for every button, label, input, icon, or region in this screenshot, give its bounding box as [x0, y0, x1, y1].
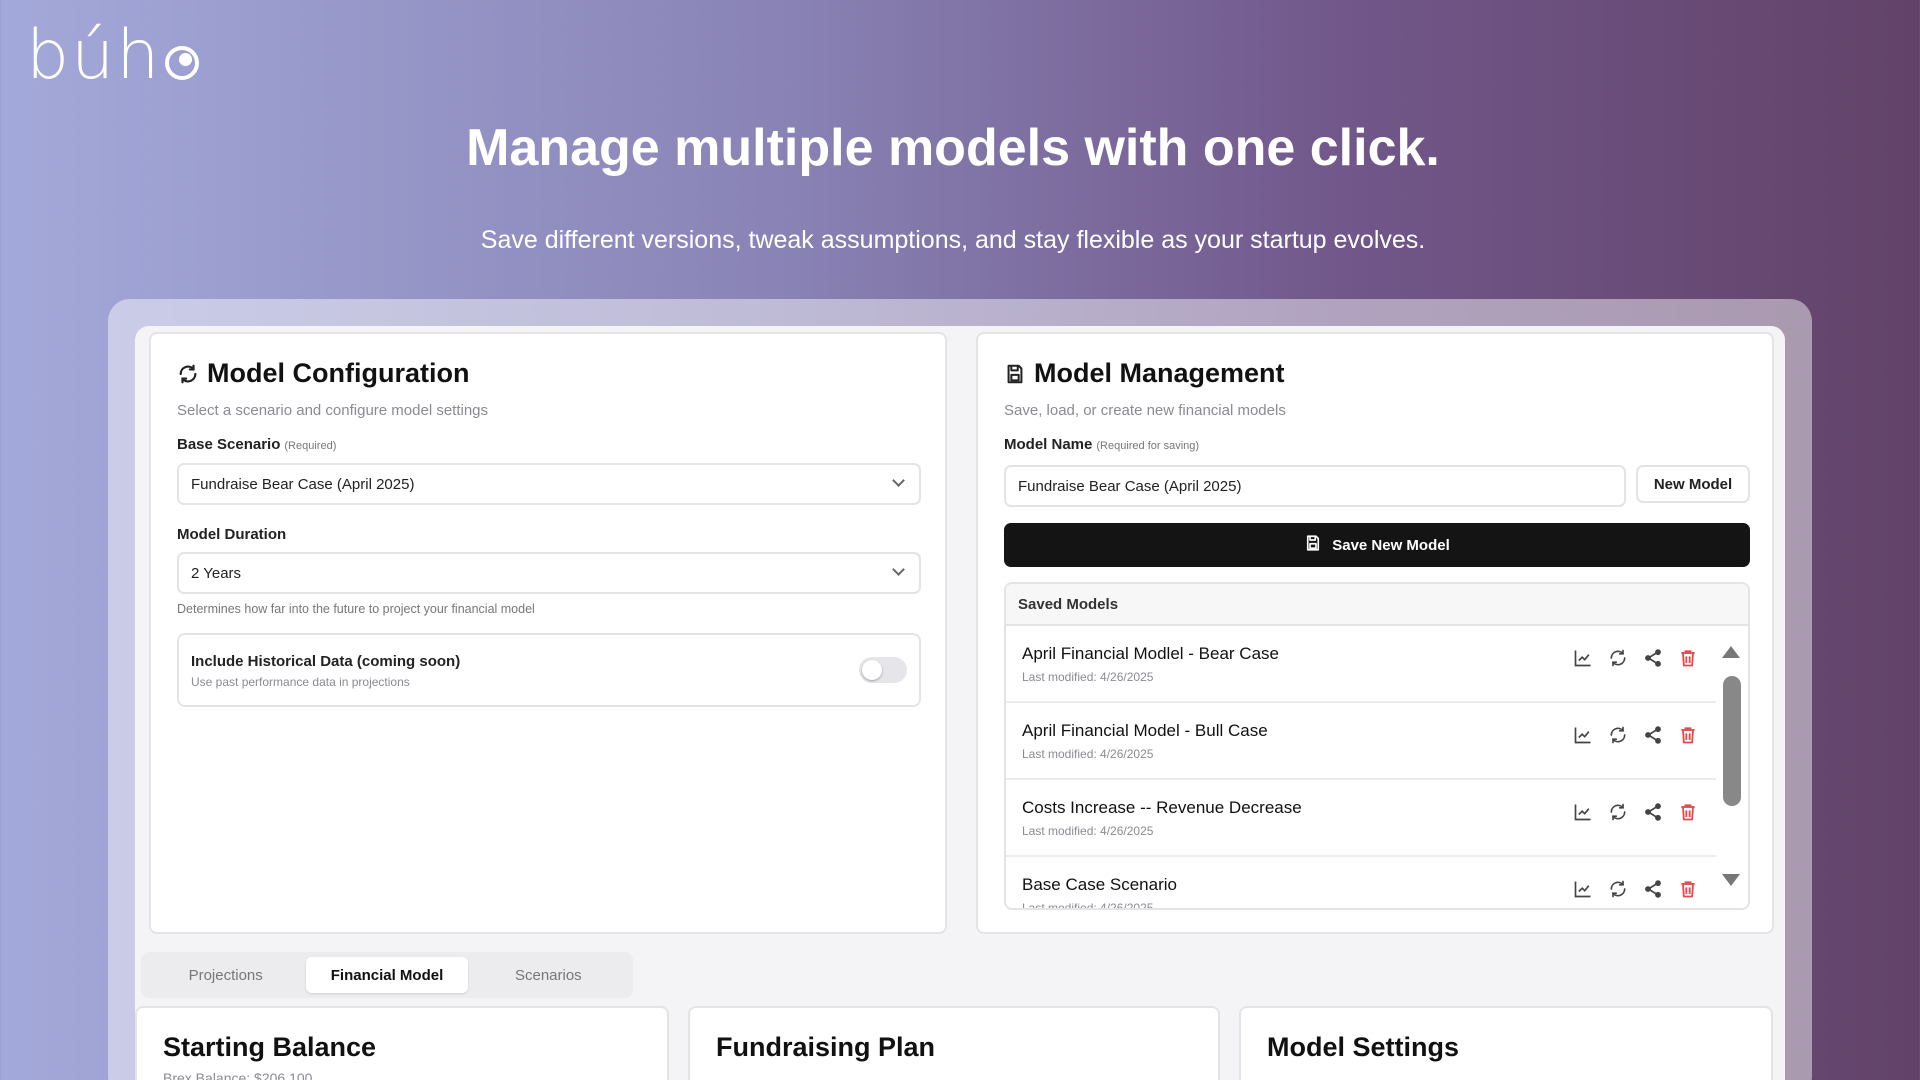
trash-icon[interactable] — [1678, 879, 1698, 904]
saved-model-name: April Financial Model - Bull Case — [1022, 721, 1268, 740]
trash-icon[interactable] — [1678, 802, 1698, 827]
refresh-icon[interactable] — [1608, 648, 1628, 673]
model-configuration-heading: Model Configuration — [177, 358, 469, 389]
save-new-model-label: Save New Model — [1332, 536, 1450, 554]
model-management-title: Model Management — [1034, 358, 1285, 388]
model-name-input[interactable]: Fundraise Bear Case (April 2025) — [1004, 465, 1626, 507]
save-icon — [1004, 363, 1026, 385]
row-actions — [1573, 879, 1698, 904]
chevron-down-icon — [892, 563, 905, 576]
refresh-icon — [177, 363, 199, 385]
model-management-subtitle: Save, load, or create new financial mode… — [1004, 402, 1286, 419]
model-duration-value: 2 Years — [191, 564, 242, 582]
refresh-icon[interactable] — [1608, 879, 1628, 904]
logo-eye-icon — [165, 45, 200, 80]
buho-logo: búh — [26, 16, 200, 95]
share-icon[interactable] — [1643, 725, 1663, 750]
tab-scenarios[interactable]: Scenarios — [468, 957, 629, 993]
historical-data-subtitle: Use past performance data in projections — [191, 675, 410, 689]
saved-model-date: Last modified: 4/26/2025 — [1022, 901, 1154, 910]
saved-model-date: Last modified: 4/26/2025 — [1022, 670, 1154, 684]
starting-balance-card: Starting Balance Brex Balance: $206,100 — [135, 1006, 669, 1080]
model-name-required-note: (Required for saving) — [1096, 440, 1200, 452]
main-tabs: Projections Financial Model Scenarios — [141, 952, 633, 998]
model-name-label-text: Model Name — [1004, 436, 1093, 453]
logo-text: búh — [26, 16, 162, 95]
model-configuration-subtitle: Select a scenario and configure model se… — [177, 402, 489, 419]
model-configuration-title: Model Configuration — [207, 358, 470, 388]
saved-model-row[interactable]: April Financial Modlel - Bear Case Last … — [1006, 626, 1716, 703]
fundraising-plan-card: Fundraising Plan — [688, 1006, 1220, 1080]
share-icon[interactable] — [1643, 879, 1663, 904]
brex-balance-text: Brex Balance: $206,100 — [163, 1070, 313, 1080]
hero-headline: Manage multiple models with one click. — [466, 119, 1440, 177]
chart-icon[interactable] — [1573, 879, 1593, 904]
scroll-down-arrow-icon[interactable] — [1722, 874, 1740, 886]
base-scenario-required-note: (Required) — [284, 440, 337, 452]
model-settings-title: Model Settings — [1267, 1032, 1460, 1062]
saved-model-row[interactable]: Base Case Scenario Last modified: 4/26/2… — [1006, 857, 1716, 910]
historical-data-title: Include Historical Data (coming soon) — [191, 653, 461, 670]
model-management-card: Model Management Save, load, or create n… — [976, 332, 1774, 934]
tab-projections[interactable]: Projections — [145, 957, 306, 993]
saved-model-name: April Financial Modlel - Bear Case — [1022, 644, 1279, 663]
historical-data-option: Include Historical Data (coming soon) Us… — [177, 633, 921, 707]
base-scenario-value: Fundraise Bear Case (April 2025) — [191, 475, 415, 493]
row-actions — [1573, 725, 1698, 750]
chevron-down-icon — [892, 474, 905, 487]
save-icon — [1304, 534, 1322, 556]
new-model-button[interactable]: New Model — [1636, 465, 1750, 503]
chart-icon[interactable] — [1573, 725, 1593, 750]
scrollbar-thumb[interactable] — [1723, 676, 1741, 806]
trash-icon[interactable] — [1678, 648, 1698, 673]
tab-financial-model[interactable]: Financial Model — [306, 957, 468, 993]
historical-data-toggle[interactable] — [859, 657, 907, 683]
chart-icon[interactable] — [1573, 648, 1593, 673]
starting-balance-title: Starting Balance — [163, 1032, 377, 1062]
model-management-heading: Model Management — [1004, 358, 1285, 389]
row-actions — [1573, 802, 1698, 827]
saved-model-name: Base Case Scenario — [1022, 875, 1177, 894]
model-duration-label: Model Duration — [177, 526, 287, 543]
refresh-icon[interactable] — [1608, 802, 1628, 827]
chart-icon[interactable] — [1573, 802, 1593, 827]
fundraising-plan-title: Fundraising Plan — [716, 1032, 936, 1062]
saved-models-panel: Saved Models April Financial Modlel - Be… — [1004, 582, 1750, 910]
save-new-model-button[interactable]: Save New Model — [1004, 523, 1750, 567]
share-icon[interactable] — [1643, 648, 1663, 673]
model-duration-select[interactable]: 2 Years — [177, 552, 921, 594]
row-actions — [1573, 648, 1698, 673]
model-settings-card: Model Settings — [1239, 1006, 1773, 1080]
saved-model-date: Last modified: 4/26/2025 — [1022, 824, 1154, 838]
saved-model-row[interactable]: April Financial Model - Bull Case Last m… — [1006, 703, 1716, 780]
app-window: Model Configuration Select a scenario an… — [135, 326, 1785, 1080]
share-icon[interactable] — [1643, 802, 1663, 827]
base-scenario-label: Base Scenario (Required) — [177, 436, 336, 453]
base-scenario-label-text: Base Scenario — [177, 436, 281, 453]
refresh-icon[interactable] — [1608, 725, 1628, 750]
saved-models-header: Saved Models — [1006, 584, 1748, 626]
base-scenario-select[interactable]: Fundraise Bear Case (April 2025) — [177, 463, 921, 505]
trash-icon[interactable] — [1678, 725, 1698, 750]
saved-model-name: Costs Increase -- Revenue Decrease — [1022, 798, 1302, 817]
model-name-label: Model Name (Required for saving) — [1004, 436, 1199, 453]
model-duration-help: Determines how far into the future to pr… — [177, 602, 535, 616]
saved-model-row[interactable]: Costs Increase -- Revenue Decrease Last … — [1006, 780, 1716, 857]
model-configuration-card: Model Configuration Select a scenario an… — [149, 332, 947, 934]
saved-model-date: Last modified: 4/26/2025 — [1022, 747, 1154, 761]
hero-subheadline: Save different versions, tweak assumptio… — [480, 226, 1426, 254]
scroll-up-arrow-icon[interactable] — [1722, 646, 1740, 658]
